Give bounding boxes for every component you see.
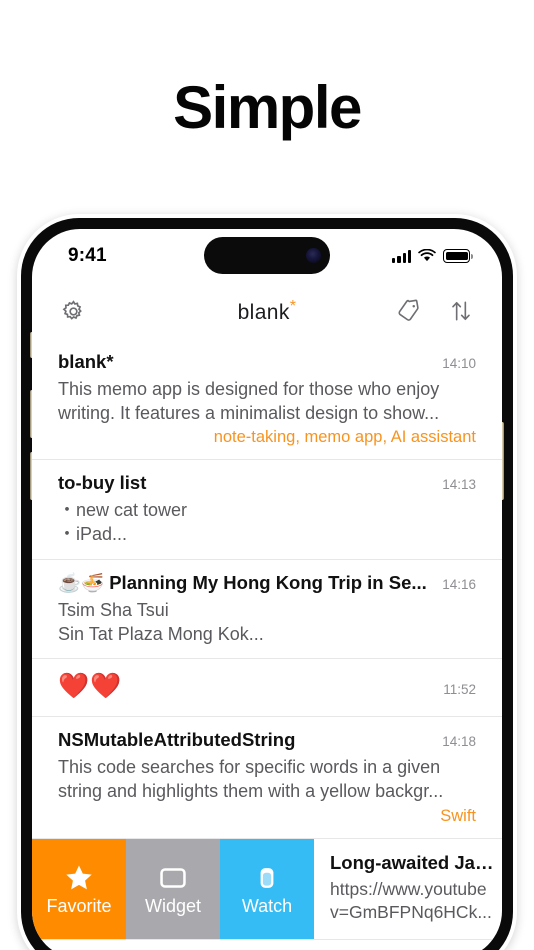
nav-left-group	[58, 296, 88, 326]
memo-header: to-buy list 14:13	[58, 471, 476, 496]
tag-icon	[398, 299, 419, 321]
settings-button[interactable]	[58, 296, 88, 326]
memo-timestamp: 11:52	[443, 682, 476, 698]
app-nav-bar: blank*	[32, 283, 502, 339]
memo-preview: ・new cat tower ・iPad...	[58, 500, 188, 545]
memo-header: blank* 14:10	[58, 350, 476, 375]
memo-timestamp: 14:16	[442, 576, 476, 592]
memo-tags: Swift	[440, 806, 476, 825]
nav-right-group	[394, 296, 476, 326]
swipe-action-group: Favorite Widget Watch	[32, 838, 314, 939]
widget-action-button[interactable]: Widget	[126, 838, 220, 939]
star-icon	[66, 865, 92, 890]
memo-title: ☕🍜 Planning My Hong Kong Trip in Se...	[58, 571, 427, 593]
memo-timestamp: 14:10	[442, 356, 476, 371]
memo-preview: https://www.youtube v=GmBFPNq6HCk...	[330, 878, 492, 922]
app-title-asterisk: *	[289, 297, 297, 315]
memo-preview: This memo app is designed for those who …	[58, 378, 440, 423]
tag-filter-button[interactable]	[394, 296, 424, 326]
phone-bezel: 9:41 blank* blank* 14:10 This memo app i…	[21, 218, 513, 950]
memo-title: NSMutableAttributedString	[58, 729, 296, 751]
memo-title: ❤️❤️	[58, 672, 123, 701]
favorite-action-button[interactable]: Favorite	[32, 838, 126, 939]
page-title: Simple	[173, 74, 362, 141]
phone-device-frame: 9:41 blank* blank* 14:10 This memo app i…	[17, 214, 517, 950]
watch-action-button[interactable]: Watch	[220, 838, 314, 939]
memo-list-item[interactable]: blank* 14:10 This memo app is designed f…	[32, 339, 502, 461]
cellular-signal-icon	[392, 249, 411, 263]
watch-action-label: Watch	[241, 896, 293, 917]
memo-header: ❤️❤️ 11:52	[58, 670, 476, 704]
widget-icon	[160, 868, 186, 888]
memo-list: blank* 14:10 This memo app is designed f…	[32, 339, 502, 940]
sort-button[interactable]	[446, 296, 476, 326]
wifi-icon	[418, 249, 436, 262]
memo-title: blank*	[58, 351, 114, 372]
status-bar: 9:41	[32, 229, 502, 283]
swiped-memo-content: Long-awaited Japan https://www.youtube v…	[314, 839, 502, 939]
memo-header: ☕🍜 Planning My Hong Kong Trip in Se... 1…	[58, 571, 476, 596]
watch-icon	[260, 868, 274, 888]
memo-tags: note-taking, memo app, AI assistant	[213, 428, 476, 447]
app-title-text: blank	[237, 300, 290, 324]
memo-preview: This code searches for specific words in…	[58, 757, 444, 801]
memo-title: to-buy list	[58, 472, 147, 494]
memo-list-item[interactable]: NSMutableAttributedString 14:18 This cod…	[32, 717, 502, 839]
memo-list-item[interactable]: ❤️❤️ 11:52	[32, 659, 502, 718]
memo-list-item[interactable]: ☕🍜 Planning My Hong Kong Trip in Se... 1…	[32, 560, 502, 660]
battery-full-icon	[443, 249, 473, 263]
memo-list-item[interactable]: to-buy list 14:13 ・new cat tower ・iPad..…	[32, 460, 502, 560]
memo-header: NSMutableAttributedString 14:18	[58, 728, 476, 753]
dynamic-island	[204, 237, 330, 274]
memo-title: Long-awaited Japan	[330, 851, 502, 873]
widget-action-label: Widget	[144, 896, 202, 917]
memo-timestamp: 14:18	[442, 734, 476, 750]
screenshot-root: Simple 9:41 blank* blank* 14:10 This mem…	[0, 0, 534, 950]
status-indicators	[392, 249, 473, 263]
memo-list-item-swiped[interactable]: Favorite Widget Watch Long-awaited Japan…	[32, 838, 502, 940]
gear-icon	[62, 299, 82, 320]
memo-preview: Tsim Sha Tsui Sin Tat Plaza Mong Kok...	[58, 599, 264, 644]
status-time: 9:41	[68, 245, 107, 266]
memo-timestamp: 14:13	[442, 477, 476, 493]
sort-arrows-icon	[452, 301, 470, 321]
favorite-action-label: Favorite	[46, 896, 112, 917]
phone-screen: 9:41 blank* blank* 14:10 This memo app i…	[32, 229, 502, 950]
front-camera-icon	[306, 248, 321, 263]
